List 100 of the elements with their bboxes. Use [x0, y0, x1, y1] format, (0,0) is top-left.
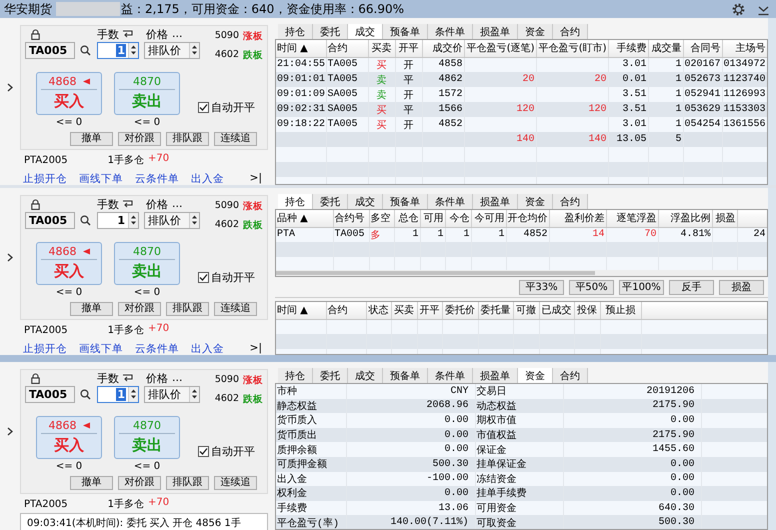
- quantity-field[interactable]: 1: [97, 386, 139, 402]
- price-type-field[interactable]: 排队价: [144, 42, 200, 58]
- order-action-button[interactable]: 连续追: [214, 302, 257, 316]
- link[interactable]: 画线下单: [79, 342, 123, 356]
- link[interactable]: 出入金: [191, 342, 224, 356]
- order-action-button[interactable]: 对价跟: [118, 132, 161, 146]
- order-action-button[interactable]: 排队跟: [166, 132, 209, 146]
- horizontal-scrollbar[interactable]: [276, 270, 767, 276]
- column-header[interactable]: 手续费: [608, 40, 648, 57]
- order-action-button[interactable]: 对价跟: [118, 476, 161, 490]
- column-header[interactable]: 合同号: [683, 40, 722, 57]
- order-action-button[interactable]: 撤单: [70, 132, 113, 146]
- tab[interactable]: 预备单: [383, 368, 428, 383]
- tab[interactable]: 委托: [313, 24, 348, 39]
- vertical-scrollbar[interactable]: [768, 18, 776, 185]
- tab[interactable]: 条件单: [428, 368, 473, 383]
- tab[interactable]: 合约: [553, 368, 588, 383]
- quantity-field[interactable]: 1: [97, 42, 139, 58]
- column-header[interactable]: 平仓盈亏(盯市): [536, 40, 608, 57]
- spin-buttons[interactable]: [128, 386, 138, 402]
- buy-button[interactable]: 4868 买入: [36, 72, 102, 115]
- order-action-button[interactable]: 连续追: [214, 476, 257, 490]
- tab[interactable]: 成交: [348, 24, 383, 39]
- link[interactable]: 止损开仓: [23, 342, 67, 356]
- more-options[interactable]: ...: [172, 27, 182, 42]
- link[interactable]: 画线下单: [79, 172, 123, 186]
- column-header[interactable]: 委托价: [442, 302, 478, 319]
- column-header[interactable]: 时间 ▲: [276, 40, 326, 57]
- price-type-field[interactable]: 排队价: [144, 212, 200, 228]
- column-header[interactable]: 成交量: [648, 40, 683, 57]
- spin-buttons[interactable]: [128, 212, 138, 228]
- order-action-button[interactable]: 撤单: [70, 476, 113, 490]
- column-header[interactable]: 合约: [326, 40, 368, 57]
- link[interactable]: 止损开仓: [23, 172, 67, 186]
- return-icon[interactable]: [122, 200, 133, 209]
- contract-field[interactable]: TA005: [25, 386, 75, 402]
- vertical-scrollbar[interactable]: [768, 188, 776, 355]
- column-header[interactable]: 盈利价差: [549, 210, 606, 227]
- search-icon[interactable]: [80, 44, 91, 56]
- column-header[interactable]: 委托量: [478, 302, 513, 319]
- lock-icon[interactable]: [31, 29, 40, 40]
- link[interactable]: 云条件单: [135, 172, 179, 186]
- checkbox[interactable]: [198, 272, 209, 283]
- buy-button[interactable]: 4868 买入: [36, 416, 102, 459]
- tab[interactable]: 合约: [553, 24, 588, 39]
- chevron-right-icon[interactable]: [7, 83, 13, 92]
- column-header[interactable]: 开仓均价: [506, 210, 549, 227]
- tab[interactable]: 持仓: [278, 194, 313, 209]
- expand-toggle[interactable]: >|: [250, 172, 262, 186]
- tab[interactable]: 损盈单: [473, 24, 518, 39]
- search-icon[interactable]: [80, 388, 91, 400]
- position-action-button[interactable]: 平33%: [519, 280, 564, 295]
- order-action-button[interactable]: 对价跟: [118, 302, 161, 316]
- column-header[interactable]: 时间 ▲: [276, 302, 326, 319]
- search-icon[interactable]: [80, 214, 91, 226]
- order-action-button[interactable]: 连续追: [214, 132, 257, 146]
- tab[interactable]: 持仓: [278, 368, 313, 383]
- column-header[interactable]: 主场号: [722, 40, 767, 57]
- column-header[interactable]: 总仓: [394, 210, 420, 227]
- tab[interactable]: 预备单: [383, 24, 428, 39]
- position-action-button[interactable]: 平100%: [619, 280, 664, 295]
- column-header[interactable]: 逐笔浮盈: [606, 210, 658, 227]
- column-header[interactable]: 今仓: [445, 210, 471, 227]
- expand-toggle[interactable]: >|: [250, 342, 262, 356]
- column-header[interactable]: 合约号: [333, 210, 369, 227]
- chevron-right-icon[interactable]: [7, 427, 13, 436]
- tab[interactable]: 委托: [313, 194, 348, 209]
- tab[interactable]: 合约: [553, 194, 588, 209]
- tab[interactable]: 预备单: [383, 194, 428, 209]
- tab[interactable]: 持仓: [278, 24, 313, 39]
- spin-buttons[interactable]: [189, 212, 199, 228]
- quantity-field[interactable]: 1: [97, 212, 139, 228]
- column-header[interactable]: 开平: [395, 40, 422, 57]
- column-header[interactable]: 损盈: [712, 210, 737, 227]
- return-icon[interactable]: [122, 374, 133, 383]
- spin-buttons[interactable]: [189, 42, 199, 58]
- spin-buttons[interactable]: [128, 42, 138, 58]
- checkbox[interactable]: [198, 102, 209, 113]
- spin-buttons[interactable]: [189, 386, 199, 402]
- vertical-scrollbar[interactable]: [768, 362, 776, 530]
- more-options[interactable]: ...: [172, 371, 182, 386]
- contract-field[interactable]: TA005: [25, 42, 75, 58]
- contract-field[interactable]: TA005: [25, 212, 75, 228]
- chevron-right-icon[interactable]: [7, 253, 13, 262]
- order-action-button[interactable]: 撤单: [70, 302, 113, 316]
- tab[interactable]: 损盈单: [473, 368, 518, 383]
- column-header[interactable]: 今可用: [471, 210, 506, 227]
- tab[interactable]: 成交: [348, 368, 383, 383]
- tab[interactable]: 成交: [348, 194, 383, 209]
- column-header[interactable]: 浮盈比例: [658, 210, 712, 227]
- tab[interactable]: 委托: [313, 368, 348, 383]
- buy-button[interactable]: 4868 买入: [36, 242, 102, 285]
- column-header[interactable]: 合约: [326, 302, 366, 319]
- lock-icon[interactable]: [31, 373, 40, 384]
- position-action-button[interactable]: 反手: [669, 280, 714, 295]
- column-header[interactable]: 买卖: [368, 40, 395, 57]
- position-action-button[interactable]: 损盈: [719, 280, 764, 295]
- order-action-button[interactable]: 排队跟: [166, 476, 209, 490]
- tab[interactable]: 资金: [518, 194, 553, 209]
- settings-icon[interactable]: [732, 2, 745, 16]
